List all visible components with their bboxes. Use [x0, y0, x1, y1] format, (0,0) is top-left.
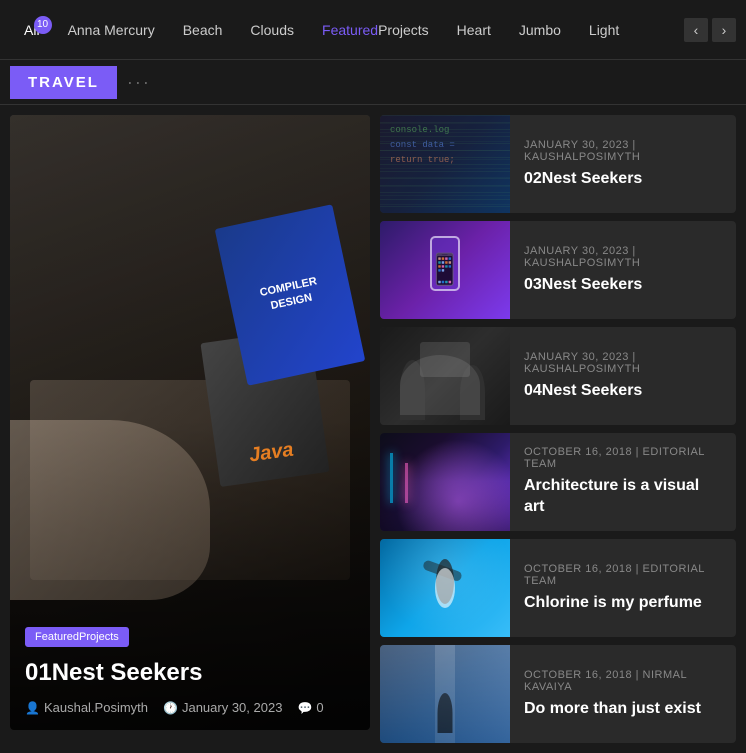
post-thumb-img-2 [380, 221, 510, 319]
post-date-author-3: January 30, 2023 | KAUSHALPOSIMYTH [524, 351, 722, 375]
author-icon: 👤 [25, 701, 40, 715]
post-card-2[interactable]: January 30, 2023 | KAUSHALPOSIMYTH 03Nes… [380, 221, 736, 319]
featured-post-bottom: FeaturedProjects 01Nest Seekers 👤 Kausha… [10, 612, 370, 730]
post-date-author-6: October 16, 2018 | NIRMAL KAVAIYA [524, 669, 722, 693]
clock-icon: 🕐 [163, 701, 178, 715]
brand-label: TRAVEL [10, 66, 117, 99]
post-info-1: January 30, 2023 | KAUSHALPOSIMYTH 02Nes… [510, 115, 736, 213]
featured-post-comments: 0 [316, 700, 323, 715]
book2-title: Java [248, 439, 295, 468]
tab-heart[interactable]: Heart [443, 14, 505, 46]
tab-featured-f: Featured [322, 22, 378, 38]
post-title-4: Architecture is a visual art [524, 476, 722, 518]
post-thumb-2 [380, 221, 510, 319]
post-thumb-5 [380, 539, 510, 637]
post-date-author-2: January 30, 2023 | KAUSHALPOSIMYTH [524, 245, 722, 269]
brand-dots: ··· [127, 72, 151, 93]
post-thumb-img-5 [380, 539, 510, 637]
tab-light[interactable]: Light [575, 14, 633, 46]
tab-jumbo-label: Jumbo [519, 22, 561, 38]
post-info-5: October 16, 2018 | EDITORIAL TEAM Chlori… [510, 539, 736, 637]
tab-all-badge: 10 [34, 16, 52, 34]
nav-arrows: ‹ › [684, 18, 736, 42]
post-card-4[interactable]: October 16, 2018 | EDITORIAL TEAM Archit… [380, 433, 736, 531]
post-info-6: October 16, 2018 | NIRMAL KAVAIYA Do mor… [510, 645, 736, 743]
post-title-1: 02Nest Seekers [524, 169, 722, 190]
post-thumb-img-3 [380, 327, 510, 425]
featured-post-comments-wrapper: 💬 0 [297, 700, 323, 715]
tab-clouds[interactable]: Clouds [236, 14, 308, 46]
featured-tag[interactable]: FeaturedProjects [25, 627, 129, 647]
post-card-1[interactable]: console.log const data = return true; Ja… [380, 115, 736, 213]
nav-arrow-left[interactable]: ‹ [684, 18, 708, 42]
tab-featured-projects[interactable]: FeaturedProjects [308, 14, 443, 46]
brand-bar: TRAVEL ··· [0, 60, 746, 105]
featured-post-author-wrapper: 👤 Kaushal.Posimyth [25, 700, 148, 715]
tab-anna-mercury-label: Anna Mercury [68, 22, 155, 38]
post-card-5[interactable]: October 16, 2018 | EDITORIAL TEAM Chlori… [380, 539, 736, 637]
comment-icon: 💬 [297, 701, 312, 715]
tab-heart-label: Heart [457, 22, 491, 38]
featured-post-meta: 👤 Kaushal.Posimyth 🕐 January 30, 2023 💬 … [25, 700, 355, 715]
featured-post-date: January 30, 2023 [182, 700, 282, 715]
tab-clouds-label: Clouds [250, 22, 294, 38]
post-thumb-img-4 [380, 433, 510, 531]
tab-beach[interactable]: Beach [169, 14, 237, 46]
post-thumb-4 [380, 433, 510, 531]
post-title-3: 04Nest Seekers [524, 381, 722, 402]
tab-anna-mercury[interactable]: Anna Mercury [54, 14, 169, 46]
top-navigation: All 10 Anna Mercury Beach Clouds Feature… [0, 0, 746, 60]
post-title-2: 03Nest Seekers [524, 275, 722, 296]
tab-beach-label: Beach [183, 22, 223, 38]
nav-tabs: All 10 Anna Mercury Beach Clouds Feature… [10, 14, 676, 46]
post-card-3[interactable]: January 30, 2023 | KAUSHALPOSIMYTH 04Nes… [380, 327, 736, 425]
post-date-author-4: October 16, 2018 | EDITORIAL TEAM [524, 446, 722, 470]
tab-featured-rest: Projects [378, 22, 429, 38]
main-content: COMPILERDESIGN Java FeaturedProjects 01N… [0, 105, 746, 753]
post-info-3: January 30, 2023 | KAUSHALPOSIMYTH 04Nes… [510, 327, 736, 425]
post-card-6[interactable]: October 16, 2018 | NIRMAL KAVAIYA Do mor… [380, 645, 736, 743]
post-info-2: January 30, 2023 | KAUSHALPOSIMYTH 03Nes… [510, 221, 736, 319]
post-date-author-1: January 30, 2023 | KAUSHALPOSIMYTH [524, 139, 722, 163]
tab-light-label: Light [589, 22, 619, 38]
post-title-5: Chlorine is my perfume [524, 593, 722, 614]
post-thumb-1: console.log const data = return true; [380, 115, 510, 213]
featured-post-date-wrapper: 🕐 January 30, 2023 [163, 700, 282, 715]
posts-list: console.log const data = return true; Ja… [380, 115, 736, 743]
post-thumb-img-6 [380, 645, 510, 743]
post-thumb-6 [380, 645, 510, 743]
nav-arrow-right[interactable]: › [712, 18, 736, 42]
post-info-4: October 16, 2018 | EDITORIAL TEAM Archit… [510, 433, 736, 531]
post-thumb-img-1: console.log const data = return true; [380, 115, 510, 213]
featured-post-title: 01Nest Seekers [25, 657, 355, 688]
tab-jumbo[interactable]: Jumbo [505, 14, 575, 46]
post-thumb-3 [380, 327, 510, 425]
post-title-6: Do more than just exist [524, 699, 722, 720]
book1-title: COMPILERDESIGN [258, 274, 321, 316]
featured-post-author: Kaushal.Posimyth [44, 700, 148, 715]
post-date-author-5: October 16, 2018 | EDITORIAL TEAM [524, 563, 722, 587]
featured-post[interactable]: COMPILERDESIGN Java FeaturedProjects 01N… [10, 115, 370, 730]
tab-all[interactable]: All 10 [10, 14, 54, 46]
